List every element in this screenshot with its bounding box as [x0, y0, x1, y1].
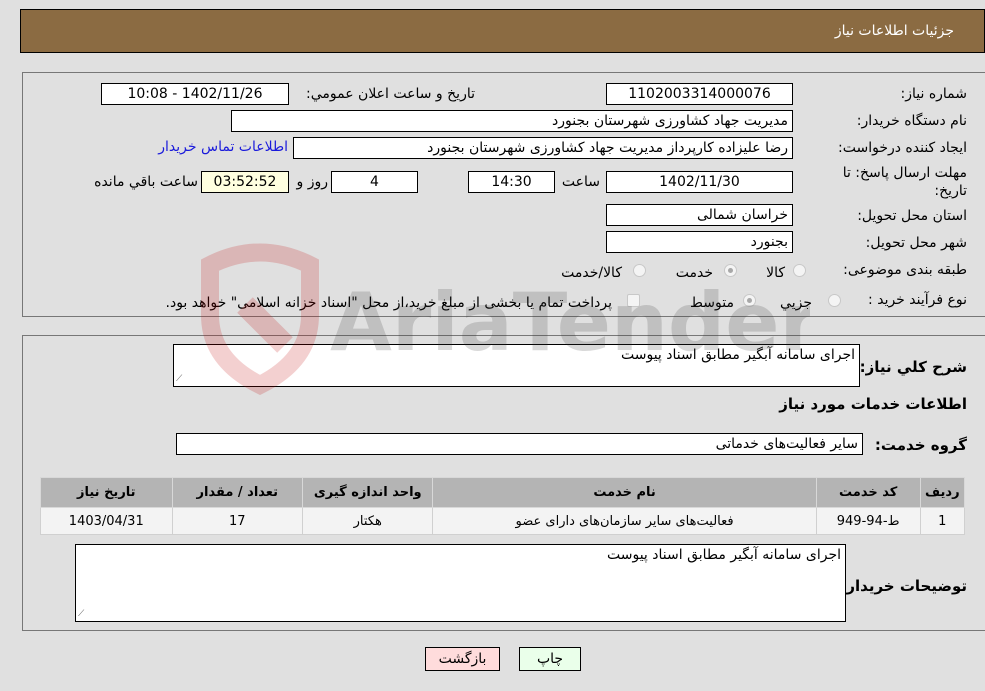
announce-datetime-field: 1402/11/26 - 10:08: [101, 83, 289, 105]
description-label: شرح کلي نياز:: [859, 358, 967, 376]
purchase-radio-medium[interactable]: [743, 294, 756, 307]
purchase-radio-minor[interactable]: [828, 294, 841, 307]
purchase-option-minor-label: جزيي: [780, 295, 812, 311]
buyer-org-label: نام دستگاه خريدار:: [856, 113, 967, 129]
category-option-goods-label: کالا: [766, 265, 785, 281]
need-number-field: 1102003314000076: [606, 83, 793, 105]
table-header-row: رديف کد خدمت نام خدمت واحد اندازه گيری ت…: [40, 477, 966, 508]
col-quantity: تعداد / مقدار: [171, 477, 304, 508]
col-service-name: نام خدمت: [432, 477, 817, 508]
category-option-goods-service-label: کالا/خدمت: [561, 265, 622, 281]
cell-quantity: 17: [171, 507, 304, 535]
category-radio-goods[interactable]: [793, 264, 806, 277]
cell-need-date: 1403/04/31: [40, 507, 173, 535]
requester-label: ايجاد کننده درخواست:: [838, 140, 967, 156]
back-button[interactable]: بازگشت: [425, 647, 500, 671]
remaining-time-field: 03:52:52: [201, 171, 289, 193]
page-header: جزئيات اطلاعات نياز: [20, 9, 985, 53]
announce-datetime-label: تاريخ و ساعت اعلان عمومي:: [306, 86, 475, 102]
service-group-field: ساير فعاليت‌های خدماتی: [176, 433, 863, 455]
purchase-type-label: نوع فرآيند خريد :: [868, 292, 967, 308]
service-group-label: گروه خدمت:: [874, 436, 967, 454]
city-field: بجنورد: [606, 231, 793, 253]
province-label: استان محل تحويل:: [857, 208, 967, 224]
page-title: جزئيات اطلاعات نياز: [834, 23, 954, 39]
deadline-date-field: 1402/11/30: [606, 171, 793, 193]
services-section-title: اطلاعات خدمات مورد نياز: [779, 395, 967, 413]
treasury-note: پرداخت تمام يا بخشی از مبلغ خريد،از محل …: [165, 295, 612, 311]
cell-row-number: 1: [919, 507, 966, 535]
need-number-label: شماره نياز:: [900, 86, 968, 102]
province-field: خراسان شمالی: [606, 204, 793, 226]
buyer-notes-textarea[interactable]: اجرای سامانه آبگير مطابق اسناد پيوست ⟋: [75, 544, 846, 622]
services-table: رديف کد خدمت نام خدمت واحد اندازه گيری ت…: [40, 477, 966, 535]
buyer-org-field: مديريت جهاد کشاورزی شهرستان بجنورد: [231, 110, 793, 132]
buyer-contact-link[interactable]: اطلاعات تماس خريدار: [158, 139, 288, 155]
remaining-time-label: ساعت باقي مانده: [94, 174, 198, 190]
description-text: اجرای سامانه آبگير مطابق اسناد پيوست: [621, 347, 855, 363]
category-label: طبقه بندی موضوعی:: [843, 262, 967, 278]
requester-field: رضا عليزاده کارپرداز مديريت جهاد کشاورزی…: [293, 137, 793, 159]
description-textarea[interactable]: اجرای سامانه آبگير مطابق اسناد پيوست ⟋: [173, 344, 860, 387]
table-row: 1 ط-94-949 فعاليت‌های ساير سازمان‌های دا…: [40, 507, 966, 535]
category-option-service-label: خدمت: [675, 265, 713, 281]
buyer-notes-text: اجرای سامانه آبگير مطابق اسناد پيوست: [607, 547, 841, 563]
treasury-checkbox[interactable]: [627, 294, 640, 307]
col-unit: واحد اندازه گيری: [301, 477, 434, 508]
resize-grip-icon[interactable]: ⟋: [176, 374, 186, 384]
cell-service-code: ط-94-949: [815, 507, 921, 535]
deadline-time-label: ساعت: [561, 174, 600, 190]
col-need-date: تاريخ نياز: [40, 477, 173, 508]
days-label: روز و: [296, 174, 329, 190]
deadline-label: مهلت ارسال پاسخ: تا تاريخ:: [842, 165, 967, 199]
col-row-number: رديف: [919, 477, 966, 508]
category-radio-goods-service[interactable]: [633, 264, 646, 277]
purchase-option-medium-label: متوسط: [690, 295, 734, 311]
col-service-code: کد خدمت: [815, 477, 921, 508]
resize-grip-icon[interactable]: ⟋: [78, 609, 88, 619]
cell-service-name: فعاليت‌های ساير سازمان‌های دارای عضو: [432, 507, 817, 535]
cell-unit: هکتار: [301, 507, 434, 535]
city-label: شهر محل تحويل:: [865, 235, 967, 251]
buyer-notes-label: توضيحات خريدار:: [840, 577, 967, 595]
print-button[interactable]: چاپ: [519, 647, 581, 671]
deadline-time-field: 14:30: [468, 171, 555, 193]
category-radio-service[interactable]: [724, 264, 737, 277]
remaining-days-field: 4: [331, 171, 418, 193]
